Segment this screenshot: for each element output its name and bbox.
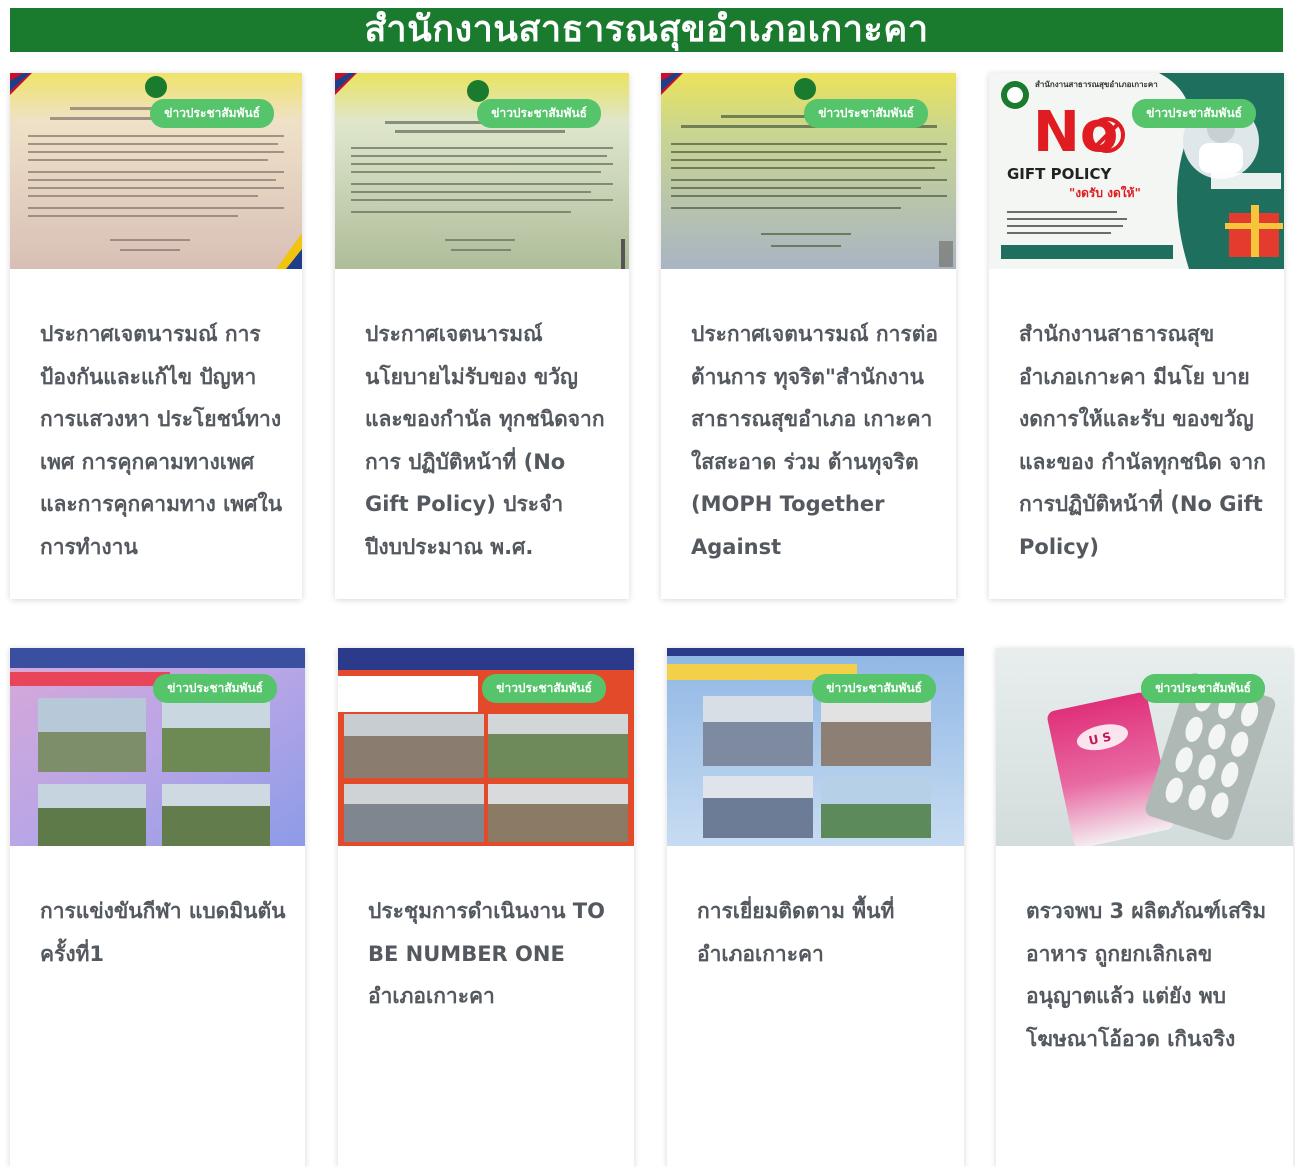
post-thumbnail[interactable]: ข่าวประชาสัมพันธ์ <box>10 73 302 269</box>
post-card[interactable]: สำนักงานสาธารณสุขอำเภอเกาะคา No GIFT POL… <box>989 73 1284 599</box>
post-card[interactable]: ข่าวประชาสัมพันธ์ การแข่งขันกีฬา แบดมินต… <box>10 648 305 1167</box>
post-title[interactable]: ประกาศเจตนารมณ์ การต่อต้านการ ทุจริต"สำน… <box>691 313 938 599</box>
post-title[interactable]: สำนักงานสาธารณสุข อำเภอเกาะคา มีนโย บาย … <box>1019 313 1266 599</box>
post-thumbnail[interactable]: ข่าวประชาสัมพันธ์ <box>667 648 964 846</box>
post-title[interactable]: ประกาศเจตนารมณ์ การป้องกันและแก้ไข ปัญหา… <box>40 313 284 599</box>
category-badge[interactable]: ข่าวประชาสัมพันธ์ <box>804 99 928 128</box>
post-card[interactable]: U S ข่าวประชาสัมพันธ์ ตรวจพบ 3 ผลิตภัณฑ์… <box>996 648 1293 1167</box>
post-card[interactable]: ข่าวประชาสัมพันธ์ การเยี่ยมติดตาม พื้นที… <box>667 648 964 1167</box>
post-thumbnail[interactable]: ข่าวประชาสัมพันธ์ <box>661 73 956 269</box>
post-card[interactable]: ข่าวประชาสัมพันธ์ ประกาศเจตนารมณ์ การต่อ… <box>661 73 956 599</box>
post-title[interactable]: ประกาศเจตนารมณ์ นโยบายไม่รับของ ขวัญและข… <box>365 313 611 599</box>
post-thumbnail[interactable]: U S ข่าวประชาสัมพันธ์ <box>996 648 1293 846</box>
category-badge[interactable]: ข่าวประชาสัมพันธ์ <box>477 99 601 128</box>
category-badge[interactable]: ข่าวประชาสัมพันธ์ <box>482 674 606 703</box>
post-thumbnail[interactable]: ข่าวประชาสัมพันธ์ <box>335 73 629 269</box>
category-badge[interactable]: ข่าวประชาสัมพันธ์ <box>153 674 277 703</box>
poster-no-text: No <box>1033 100 1118 165</box>
site-header: สำนักงานสาธารณสุขอำเภอเกาะคา <box>10 8 1283 52</box>
poster-policy-text: GIFT POLICY <box>1007 165 1112 183</box>
category-badge[interactable]: ข่าวประชาสัมพันธ์ <box>1132 99 1256 128</box>
post-title[interactable]: การแข่งขันกีฬา แบดมินตัน ครั้งที่1 <box>40 890 287 1167</box>
post-title[interactable]: ตรวจพบ 3 ผลิตภัณฑ์เสริม อาหาร ถูกยกเลิกเ… <box>1026 890 1275 1167</box>
category-badge[interactable]: ข่าวประชาสัมพันธ์ <box>812 674 936 703</box>
post-card[interactable]: ข่าวประชาสัมพันธ์ ประกาศเจตนารมณ์ การป้อ… <box>10 73 302 599</box>
category-badge[interactable]: ข่าวประชาสัมพันธ์ <box>150 99 274 128</box>
post-card[interactable]: ข่าวประชาสัมพันธ์ ประกาศเจตนารมณ์ นโยบาย… <box>335 73 629 599</box>
post-title[interactable]: การเยี่ยมติดตาม พื้นที่ อำเภอเกาะคา <box>697 890 946 1167</box>
poster-slogan-text: "งดรับ งดให้" <box>1069 185 1141 200</box>
site-title: สำนักงานสาธารณสุขอำเภอเกาะคา <box>364 9 929 50</box>
post-thumbnail[interactable]: สำนักงานสาธารณสุขอำเภอเกาะคา No GIFT POL… <box>989 73 1284 269</box>
post-card[interactable]: ข่าวประชาสัมพันธ์ ประชุมการดำเนินงาน TO … <box>338 648 634 1167</box>
post-title[interactable]: ประชุมการดำเนินงาน TO BE NUMBER ONE อำเภ… <box>368 890 616 1167</box>
post-thumbnail[interactable]: ข่าวประชาสัมพันธ์ <box>10 648 305 846</box>
category-badge[interactable]: ข่าวประชาสัมพันธ์ <box>1141 674 1265 703</box>
poster-org-text: สำนักงานสาธารณสุขอำเภอเกาะคา <box>1035 80 1158 90</box>
post-thumbnail[interactable]: ข่าวประชาสัมพันธ์ <box>338 648 634 846</box>
